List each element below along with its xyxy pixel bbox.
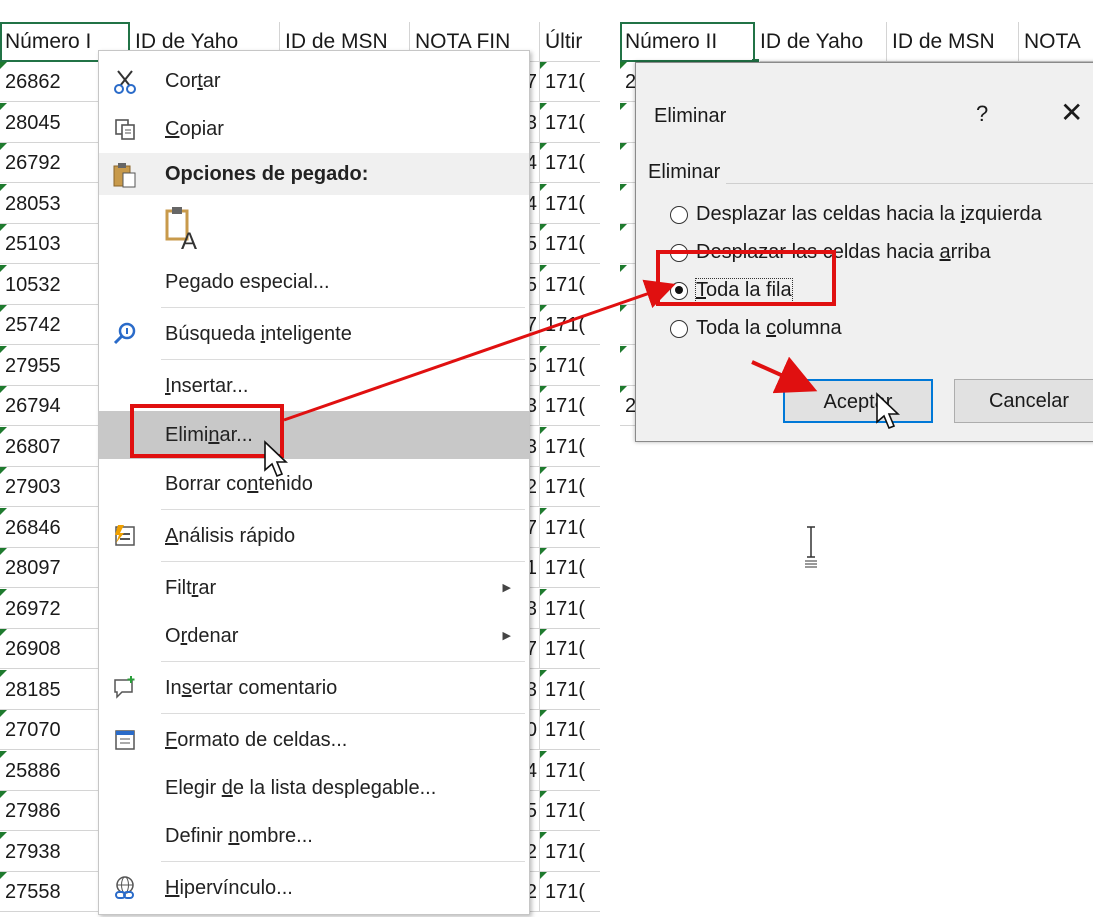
right-screenshot-panel: Número IIID de YahoID de MSNNOTA268622Ab… bbox=[620, 0, 1093, 460]
menu-separator bbox=[161, 661, 525, 662]
format-cells-icon bbox=[109, 724, 141, 756]
comment-icon bbox=[109, 672, 141, 704]
option-label: Desplazar las celdas hacia la izquierda bbox=[696, 203, 1042, 225]
option-shift-left[interactable]: Desplazar las celdas hacia la izquierda bbox=[670, 203, 1042, 226]
cell-ultimo[interactable]: 171( bbox=[540, 143, 600, 183]
header-cell[interactable]: ID de Yaho bbox=[755, 22, 887, 62]
menu-item-insert-comment[interactable]: Insertar comentario bbox=[99, 665, 529, 711]
mouse-pointer-icon bbox=[264, 440, 288, 478]
cell-ultimo[interactable]: 171( bbox=[540, 183, 600, 224]
cell-ultimo[interactable]: 171( bbox=[540, 791, 600, 831]
cell-ultimo[interactable]: 171( bbox=[540, 224, 600, 264]
menu-label: Cortar bbox=[165, 70, 221, 92]
cell-ultimo[interactable]: 171( bbox=[540, 710, 600, 750]
cell-ultimo[interactable]: 171( bbox=[540, 750, 600, 791]
hyperlink-icon bbox=[109, 872, 141, 904]
context-menu: Cortar Copiar Opciones de pegado: A Pega… bbox=[98, 50, 530, 915]
menu-label: Elegir de la lista desplegable... bbox=[165, 777, 437, 799]
group-label: Eliminar bbox=[648, 161, 727, 184]
menu-label: Copiar bbox=[165, 118, 224, 140]
menu-item-quick-analysis[interactable]: Análisis rápido bbox=[99, 513, 529, 559]
copy-icon bbox=[109, 113, 141, 145]
ok-button[interactable]: Aceptar bbox=[783, 379, 933, 423]
header-cell[interactable]: ID de MSN bbox=[887, 22, 1019, 62]
quick-analysis-icon bbox=[109, 520, 141, 552]
cell-ultimo[interactable]: 171( bbox=[540, 669, 600, 710]
paste-text-only-icon: A bbox=[161, 203, 201, 257]
cell-ultimo[interactable]: 171( bbox=[540, 62, 600, 102]
left-screenshot-panel: Número I ID de Yaho ID de MSN NOTA FIN Últir… bbox=[0, 0, 600, 917]
menu-item-copy[interactable]: Copiar bbox=[99, 107, 529, 151]
cell-ultimo[interactable]: 171( bbox=[540, 588, 600, 629]
highlight-box-delete bbox=[130, 404, 284, 458]
menu-item-format-cells[interactable]: Formato de celdas... bbox=[99, 717, 529, 763]
cell-ultimo[interactable]: 171( bbox=[540, 345, 600, 386]
cell-ultimo[interactable]: 171( bbox=[540, 507, 600, 548]
menu-label: Insertar comentario bbox=[165, 677, 338, 699]
menu-item-cut[interactable]: Cortar bbox=[99, 59, 529, 103]
mouse-pointer-icon bbox=[876, 392, 900, 430]
menu-separator bbox=[161, 307, 525, 308]
paste-options-header: Opciones de pegado: bbox=[99, 153, 529, 195]
option-label: Toda la columna bbox=[696, 317, 842, 339]
menu-item-sort[interactable]: Ordenar ▶ bbox=[99, 613, 529, 659]
menu-item-paste-special[interactable]: Pegado especial... bbox=[99, 259, 529, 305]
cell-ultimo[interactable]: 171( bbox=[540, 386, 600, 426]
menu-separator bbox=[161, 713, 525, 714]
header-cell[interactable]: Últir bbox=[540, 22, 600, 62]
dialog-title: Eliminar bbox=[654, 105, 727, 127]
highlight-box-entire-row bbox=[656, 250, 836, 306]
paste-options-label: Opciones de pegado: bbox=[165, 163, 369, 185]
header-cell[interactable]: Número II bbox=[620, 22, 755, 62]
cell-ultimo[interactable]: 171( bbox=[540, 305, 600, 345]
help-button[interactable]: ? bbox=[976, 101, 988, 127]
radio-button[interactable] bbox=[670, 319, 688, 338]
menu-label: Análisis rápido bbox=[165, 525, 296, 547]
menu-item-smart-lookup[interactable]: Búsqueda inteligente bbox=[99, 311, 529, 357]
paste-option-values-button[interactable]: A bbox=[99, 197, 529, 257]
menu-label: Búsqueda inteligente bbox=[165, 323, 352, 345]
menu-item-pick-from-list[interactable]: Elegir de la lista desplegable... bbox=[99, 765, 529, 811]
cell-ultimo[interactable]: 171( bbox=[540, 831, 600, 872]
submenu-arrow-icon: ▶ bbox=[502, 630, 511, 642]
menu-label: Formato de celdas... bbox=[165, 729, 348, 751]
close-icon[interactable]: ✕ bbox=[1060, 96, 1083, 129]
menu-separator bbox=[161, 509, 525, 510]
menu-label: Definir nombre... bbox=[165, 825, 313, 847]
menu-item-clear-contents[interactable]: Borrar contenido bbox=[99, 461, 529, 507]
menu-label: Ordenar bbox=[165, 625, 239, 647]
cell-ultimo[interactable]: 171( bbox=[540, 102, 600, 143]
menu-separator bbox=[161, 359, 525, 360]
menu-separator bbox=[161, 861, 525, 862]
menu-label: Hipervínculo... bbox=[165, 877, 293, 899]
header-row: Número II ID de Yaho ID de MSN NOTA bbox=[620, 22, 1093, 62]
menu-item-insert[interactable]: Insertar... bbox=[99, 363, 529, 409]
cell-ultimo[interactable]: 171( bbox=[540, 264, 600, 305]
paste-icon bbox=[109, 159, 141, 191]
cell-ultimo[interactable]: 171( bbox=[540, 426, 600, 467]
menu-label: Insertar... bbox=[165, 375, 249, 397]
cancel-button[interactable]: Cancelar bbox=[954, 379, 1093, 423]
menu-item-define-name[interactable]: Definir nombre... bbox=[99, 813, 529, 859]
cell-ultimo[interactable]: 171( bbox=[540, 467, 600, 507]
cell-ultimo[interactable]: 171( bbox=[540, 548, 600, 588]
header-cell[interactable]: NOTA bbox=[1019, 22, 1093, 62]
menu-label: Pegado especial... bbox=[165, 271, 330, 293]
menu-label: Filtrar bbox=[165, 577, 217, 599]
menu-item-filter[interactable]: Filtrar ▶ bbox=[99, 565, 529, 611]
radio-button[interactable] bbox=[670, 205, 688, 224]
svg-text:A: A bbox=[181, 228, 197, 251]
menu-item-hyperlink[interactable]: Hipervínculo... bbox=[99, 865, 529, 911]
scissors-icon bbox=[109, 65, 141, 97]
cell-ultimo[interactable]: 171( bbox=[540, 872, 600, 912]
search-icon bbox=[109, 318, 141, 350]
text-cursor-icon bbox=[805, 526, 817, 568]
cell-ultimo[interactable]: 171( bbox=[540, 629, 600, 669]
submenu-arrow-icon: ▶ bbox=[502, 582, 511, 594]
option-entire-column[interactable]: Toda la columna bbox=[670, 317, 842, 340]
menu-separator bbox=[161, 561, 525, 562]
